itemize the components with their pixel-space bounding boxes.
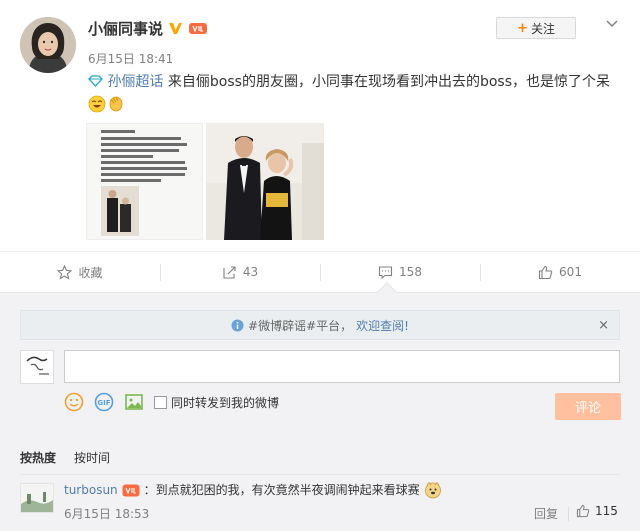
rumor-notice-bar: #微博辟谣#平台， 欢迎查阅! × bbox=[20, 310, 620, 340]
comment-like-button[interactable]: 115 bbox=[576, 504, 618, 518]
author-info: 小俪同事说 bbox=[88, 18, 208, 39]
clapping-emoji-icon bbox=[106, 95, 124, 113]
repost-checkbox-row[interactable]: 同时转发到我的微博 bbox=[154, 394, 279, 411]
close-icon[interactable]: × bbox=[598, 318, 609, 333]
post-date[interactable]: 6月15日 18:41 bbox=[88, 50, 173, 67]
weibo-post: 小俪同事说 6月15日 18:41 + 关注 孙俪超话 来自俪boss的朋友圈，… bbox=[0, 0, 640, 292]
post-action-bar: 收藏 43 158 601 bbox=[0, 251, 640, 292]
thumbs-up-icon bbox=[576, 504, 590, 518]
chevron-down-icon[interactable] bbox=[604, 17, 620, 31]
comment-item: turbosun ：到点就犯困的我，有次竟然半夜调闹钟起来看球赛 6月15日 1… bbox=[20, 481, 620, 528]
favorite-button[interactable]: 收藏 bbox=[0, 252, 160, 292]
gif-icon[interactable]: GIF bbox=[94, 392, 114, 412]
info-icon bbox=[231, 319, 244, 331]
image-upload-icon[interactable] bbox=[124, 392, 144, 412]
verified-icon bbox=[168, 21, 183, 36]
post-meta: 6月15日 18:41 bbox=[88, 50, 173, 67]
comment-toolbar: GIF 同时转发到我的微博 bbox=[64, 392, 279, 412]
post-image-1[interactable] bbox=[86, 123, 203, 240]
my-avatar[interactable] bbox=[20, 350, 54, 384]
repost-count: 43 bbox=[242, 265, 259, 279]
comment-text: ：到点就犯困的我，有次竟然半夜调闹钟起来看球赛 bbox=[143, 483, 420, 497]
repost-button[interactable]: 43 bbox=[160, 252, 320, 292]
repost-label: 同时转发到我的微博 bbox=[171, 395, 280, 410]
thumbs-up-icon bbox=[538, 265, 553, 279]
sort-by-time-tab[interactable]: 按时间 bbox=[74, 449, 110, 466]
star-icon bbox=[57, 264, 73, 280]
laughing-emoji-icon bbox=[88, 95, 106, 113]
sort-by-hot-tab[interactable]: 按热度 bbox=[20, 449, 56, 466]
comment-panel: #微博辟谣#平台， 欢迎查阅! × GIF 同时转发到我的微博 评论 按热度 按… bbox=[0, 282, 640, 531]
repost-checkbox[interactable] bbox=[154, 395, 167, 409]
notice-link[interactable]: 欢迎查阅! bbox=[356, 317, 409, 334]
notice-text: #微博辟谣#平台， bbox=[248, 318, 353, 333]
commenter-avatar[interactable] bbox=[20, 483, 54, 513]
favorite-label: 收藏 bbox=[78, 265, 103, 280]
commenter-name[interactable]: turbosun bbox=[64, 481, 118, 499]
follow-label: 关注 bbox=[530, 21, 555, 36]
emoji-icon[interactable] bbox=[64, 392, 84, 412]
comment-like-count: 115 bbox=[595, 504, 618, 518]
share-icon bbox=[223, 265, 236, 279]
like-button[interactable]: 601 bbox=[480, 252, 640, 292]
comment-input[interactable] bbox=[64, 350, 620, 383]
post-text: 孙俪超话 来自俪boss的朋友圈，小同事在现场看到冲出去的boss，也是惊了个呆 bbox=[88, 70, 628, 118]
like-count: 601 bbox=[559, 265, 582, 279]
post-body: 来自俪boss的朋友圈，小同事在现场看到冲出去的boss，也是惊了个呆 bbox=[167, 74, 610, 90]
doge-emoji-icon bbox=[424, 481, 441, 499]
post-image-2[interactable] bbox=[206, 123, 324, 240]
author-name[interactable]: 小俪同事说 bbox=[88, 18, 163, 39]
svg-text:GIF: GIF bbox=[97, 399, 110, 407]
vip-badge-icon[interactable] bbox=[188, 21, 208, 36]
vip-badge-icon[interactable] bbox=[122, 484, 140, 497]
diamond-icon bbox=[88, 75, 103, 87]
author-avatar[interactable] bbox=[20, 17, 76, 73]
topic-label: 孙俪超话 bbox=[107, 74, 164, 90]
comment-sort-bar: 按热度 按时间 bbox=[20, 440, 620, 475]
plus-icon: + bbox=[517, 20, 528, 36]
comment-icon bbox=[378, 265, 393, 279]
comment-count: 158 bbox=[399, 265, 422, 279]
supertopic-link[interactable]: 孙俪超话 bbox=[88, 74, 168, 90]
divider bbox=[568, 507, 569, 521]
comment-body: turbosun ：到点就犯困的我，有次竟然半夜调闹钟起来看球赛 bbox=[64, 481, 442, 499]
reply-button[interactable]: 回复 bbox=[534, 505, 558, 522]
comment-button[interactable]: 158 bbox=[320, 252, 480, 292]
comment-time: 6月15日 18:53 bbox=[64, 507, 150, 521]
submit-comment-button[interactable]: 评论 bbox=[555, 393, 621, 420]
follow-button[interactable]: + 关注 bbox=[496, 17, 576, 39]
